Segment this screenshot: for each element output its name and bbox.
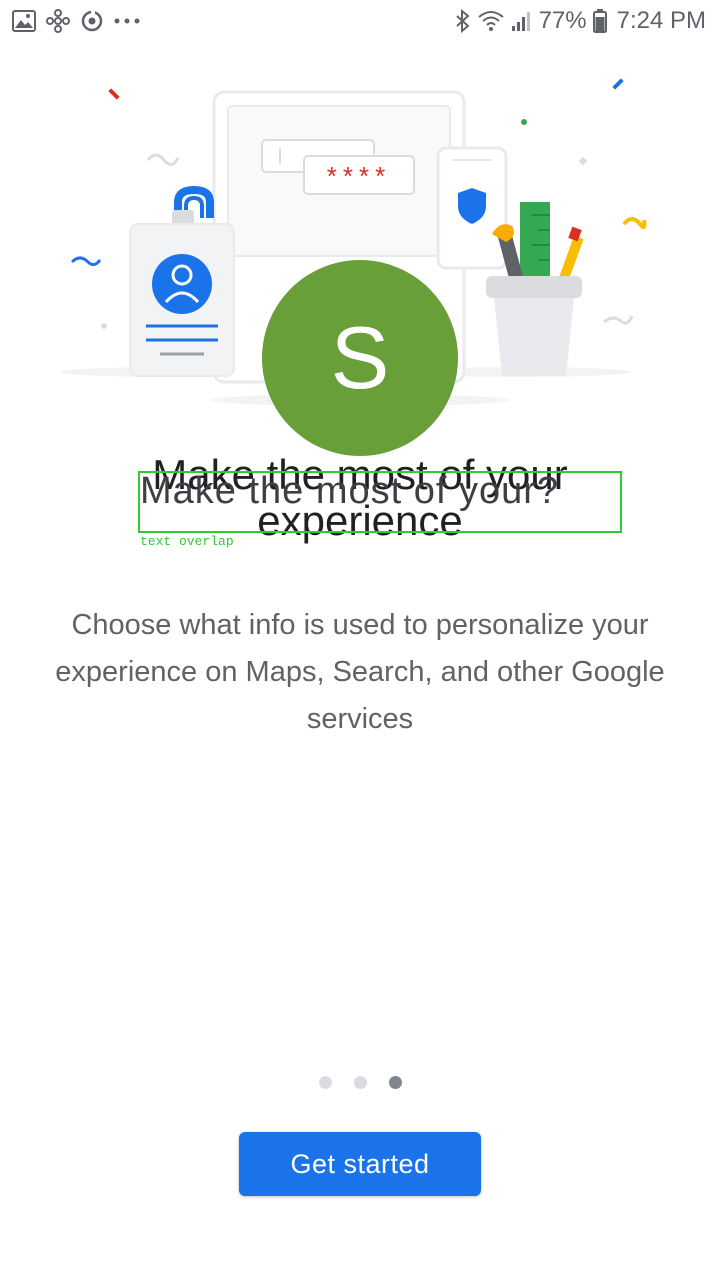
bluetooth-icon — [455, 9, 470, 33]
status-bar: 77% 7:24 PM — [0, 0, 720, 42]
text-overlap-label: text overlap — [140, 534, 234, 549]
page-dot-1[interactable] — [318, 1076, 332, 1089]
avatar: S — [262, 260, 458, 456]
page-description: Choose what info is used to personalize … — [55, 609, 665, 735]
page-dot-3[interactable] — [388, 1076, 402, 1089]
get-started-button[interactable]: Get started — [239, 1132, 481, 1196]
battery-percent: 77% — [538, 7, 587, 34]
pinwheel-icon — [46, 9, 70, 33]
battery-icon — [592, 9, 607, 33]
clock: 7:24 PM — [616, 7, 706, 34]
text-overlap-highlight — [138, 471, 622, 533]
password-mask: **** — [327, 161, 391, 191]
wifi-icon — [477, 11, 504, 31]
more-dots-icon — [114, 18, 140, 24]
signal-icon — [511, 12, 530, 31]
page-dot-2[interactable] — [353, 1076, 367, 1089]
status-bar-left — [12, 8, 140, 34]
gallery-icon — [12, 10, 36, 32]
status-bar-right: 77% 7:24 PM — [455, 6, 706, 36]
sync-icon — [81, 10, 103, 32]
page-indicator — [0, 1076, 720, 1089]
pencil-cup-graphic — [486, 276, 582, 298]
onboarding-illustration: **** S — [0, 50, 720, 456]
